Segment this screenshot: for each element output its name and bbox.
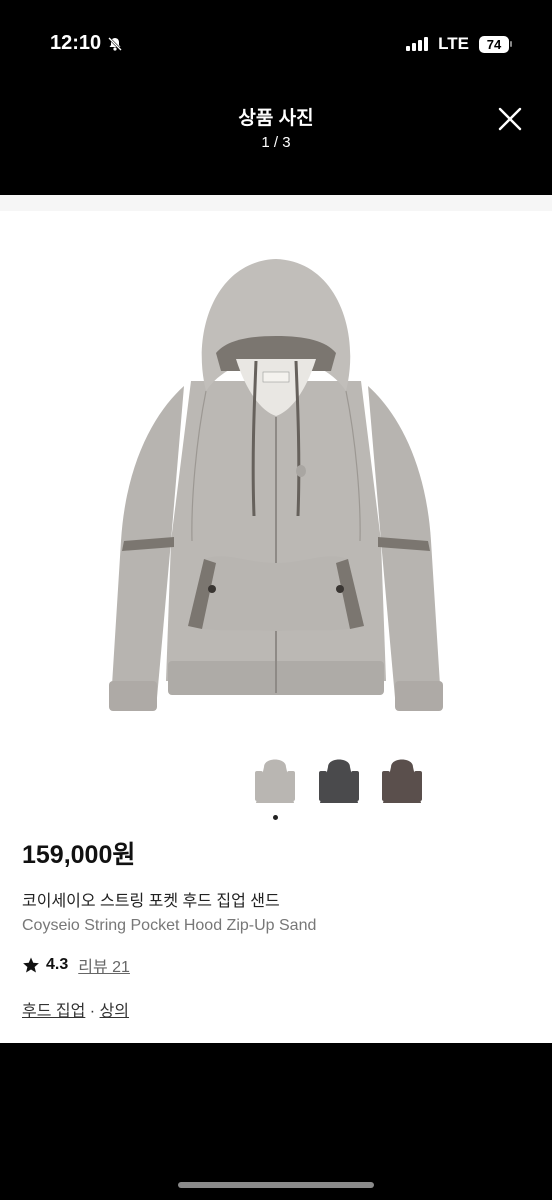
mute-bell-icon [108, 36, 123, 51]
category-breadcrumb: 후드 집업 · 상의 [22, 997, 316, 1021]
reviews-link[interactable]: 리뷰 21 [78, 953, 130, 977]
product-price: 159,000원 [22, 841, 136, 869]
product-info: 159,000원 코이세이오 스트링 포켓 후드 집업 샌드 Coyseio S… [22, 835, 316, 1021]
rating-value: 4.3 [46, 956, 69, 973]
time-label: 12:10 [50, 32, 102, 54]
selected-thumbnail-indicator [273, 815, 278, 820]
status-bar: 12:10 LTE 74 [0, 0, 552, 90]
clock: 12:10 [50, 32, 123, 55]
product-name-korean: 코이세이오 스트링 포켓 후드 집업 샌드 [22, 893, 280, 910]
product-name-english: Coyseio String Pocket Hood Zip-Up Sand [22, 917, 317, 934]
product-sheet: 159,000원 코이세이오 스트링 포켓 후드 집업 샌드 Coyseio S… [0, 195, 552, 1043]
color-thumbnails [0, 753, 552, 813]
category-hood-zipup[interactable]: 후드 집업 [22, 1003, 85, 1020]
home-indicator[interactable] [178, 1182, 374, 1188]
category-tops[interactable]: 상의 [100, 1003, 129, 1020]
page-indicator: 1 / 3 [261, 134, 291, 151]
signal-icon [406, 37, 429, 51]
hoodie-image [109, 259, 443, 711]
battery-level: 74 [479, 35, 509, 53]
close-icon[interactable] [498, 107, 522, 131]
battery-icon: 74 [479, 35, 512, 53]
thumbnail-charcoal[interactable] [316, 753, 362, 809]
thumbnail-sand[interactable] [252, 753, 298, 809]
network-label: LTE [438, 34, 469, 53]
star-icon [23, 957, 39, 973]
thumbnail-brown[interactable] [379, 753, 425, 809]
rating-row: 4.3 리뷰 21 [22, 953, 316, 977]
viewer-header: 상품 사진 1 / 3 [0, 95, 552, 165]
product-photo[interactable] [0, 211, 552, 751]
viewer-title: 상품 사진 [238, 108, 314, 129]
category-separator: · [89, 1003, 96, 1020]
